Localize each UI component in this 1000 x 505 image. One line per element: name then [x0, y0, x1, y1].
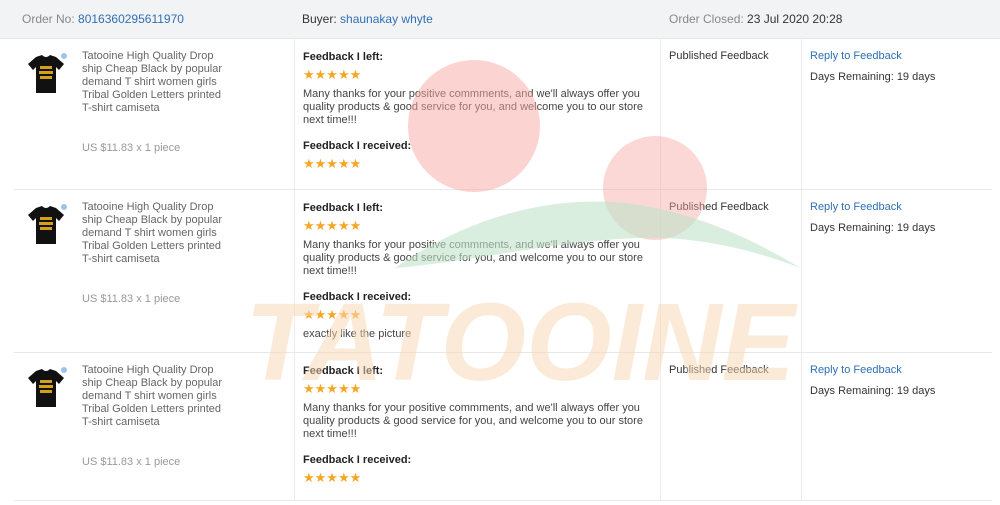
feedback-received-text: exactly like the picture — [303, 328, 412, 340]
feedback-received-stars: ★★★★★ — [303, 307, 362, 322]
product-title-link[interactable]: Tatooine High Quality Drop ship Cheap Bl… — [82, 364, 232, 429]
product-cell: Tatooine High Quality Drop ship Cheap Bl… — [14, 189, 294, 352]
feedback-received-label: Feedback I received: — [303, 291, 412, 303]
feedback-cell: Feedback I left: ★★★★★ Many thanks for you… — [294, 189, 661, 352]
order-header: Order No: 8016360295611970 Buyer: shauna… — [0, 0, 1000, 39]
order-item-row: Tatooine High Quality Drop ship Cheap Bl… — [14, 38, 992, 190]
order-closed-date: 23 Jul 2020 20:28 — [747, 12, 843, 26]
order-number-label: Order No: — [22, 12, 75, 26]
feedback-left-label: Feedback I left: — [303, 365, 384, 377]
order-closed: Order Closed: 23 Jul 2020 20:28 — [669, 12, 842, 26]
feedback-left-stars: ★★★★★ — [303, 381, 362, 396]
reply-to-feedback-link[interactable]: Reply to Feedback — [810, 201, 902, 213]
feedback-left-label: Feedback I left: — [303, 51, 384, 63]
feedback-received-label: Feedback I received: — [303, 454, 412, 466]
product-title-link[interactable]: Tatooine High Quality Drop ship Cheap Bl… — [82, 50, 232, 115]
buyer-info: Buyer: shaunakay whyte — [302, 12, 433, 26]
status-cell: Published Feedback — [660, 352, 802, 500]
feedback-left-stars: ★★★★★ — [303, 67, 362, 82]
action-cell: Reply to Feedback Days Remaining: 19 days — [801, 38, 993, 189]
order-item-row: Tatooine High Quality Drop ship Cheap Bl… — [14, 352, 992, 501]
product-thumbnail[interactable] — [24, 203, 68, 247]
days-remaining: Days Remaining: 19 days — [810, 222, 936, 234]
product-cell: Tatooine High Quality Drop ship Cheap Bl… — [14, 352, 294, 500]
order-number: Order No: 8016360295611970 — [22, 12, 184, 26]
product-cell: Tatooine High Quality Drop ship Cheap Bl… — [14, 38, 294, 189]
feedback-received-stars: ★★★★★ — [303, 470, 362, 485]
product-title-link[interactable]: Tatooine High Quality Drop ship Cheap Bl… — [82, 201, 232, 266]
buyer-name-link[interactable]: shaunakay whyte — [340, 12, 433, 26]
feedback-left-stars: ★★★★★ — [303, 218, 362, 233]
status-cell: Published Feedback — [660, 189, 802, 352]
days-remaining: Days Remaining: 19 days — [810, 385, 936, 397]
feedback-status: Published Feedback — [669, 364, 769, 376]
feedback-received-label: Feedback I received: — [303, 140, 412, 152]
feedback-left-label: Feedback I left: — [303, 202, 384, 214]
action-cell: Reply to Feedback Days Remaining: 19 days — [801, 352, 993, 500]
order-item-row: Tatooine High Quality Drop ship Cheap Bl… — [14, 189, 992, 353]
product-price: US $11.83 x 1 piece — [82, 142, 181, 154]
feedback-status: Published Feedback — [669, 50, 769, 62]
feedback-left-text: Many thanks for your positive commments,… — [303, 402, 643, 440]
feedback-left-text: Many thanks for your positive commments,… — [303, 239, 643, 277]
product-price: US $11.83 x 1 piece — [82, 456, 181, 468]
product-thumbnail[interactable] — [24, 366, 68, 410]
order-closed-label: Order Closed: — [669, 12, 744, 26]
feedback-cell: Feedback I left: ★★★★★ Many thanks for you… — [294, 352, 661, 500]
order-number-link[interactable]: 8016360295611970 — [78, 12, 184, 26]
feedback-left-text: Many thanks for your positive commments,… — [303, 88, 643, 126]
action-cell: Reply to Feedback Days Remaining: 19 days — [801, 189, 993, 352]
buyer-label: Buyer: — [302, 12, 337, 26]
status-cell: Published Feedback — [660, 38, 802, 189]
product-thumbnail[interactable] — [24, 52, 68, 96]
reply-to-feedback-link[interactable]: Reply to Feedback — [810, 50, 902, 62]
days-remaining: Days Remaining: 19 days — [810, 71, 936, 83]
feedback-status: Published Feedback — [669, 201, 769, 213]
reply-to-feedback-link[interactable]: Reply to Feedback — [810, 364, 902, 376]
feedback-received-stars: ★★★★★ — [303, 156, 362, 171]
feedback-cell: Feedback I left: ★★★★★ Many thanks for you… — [294, 38, 661, 189]
product-price: US $11.83 x 1 piece — [82, 293, 181, 305]
